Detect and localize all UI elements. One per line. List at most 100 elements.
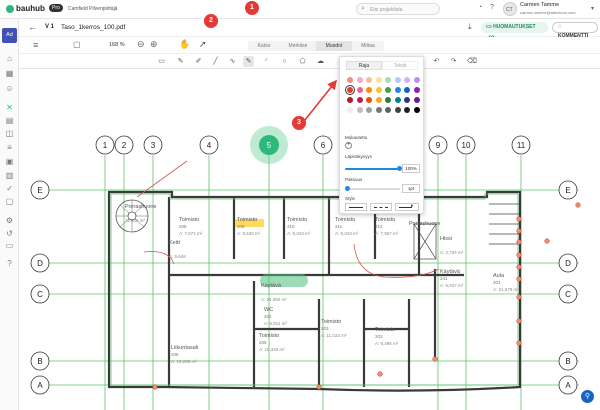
add-color-icon[interactable]: +: [345, 142, 352, 149]
panel-tab-raja[interactable]: Raja: [346, 61, 382, 70]
tab-merkitse[interactable]: Merkitse: [280, 41, 316, 51]
thickness-slider[interactable]: [345, 188, 400, 190]
color-swatch[interactable]: [413, 107, 420, 113]
app-logo-icon[interactable]: [6, 5, 14, 13]
app-logo[interactable]: bauhub: [16, 4, 45, 13]
annotation-dot[interactable]: [516, 294, 522, 300]
back-arrow-icon[interactable]: ←: [28, 22, 37, 32]
highlighter-tool-icon[interactable]: ✐: [194, 57, 203, 66]
chevron-down-icon[interactable]: ▾: [591, 5, 594, 12]
tab-katso[interactable]: Katso: [248, 41, 280, 51]
select-arrow-icon[interactable]: ➚: [199, 39, 207, 50]
check-icon[interactable]: ✓: [5, 184, 14, 193]
home-icon[interactable]: ⌂: [5, 54, 14, 63]
color-swatch[interactable]: [375, 97, 382, 103]
color-swatch[interactable]: [413, 97, 420, 103]
color-swatch[interactable]: [385, 87, 391, 93]
thickness-value[interactable]: 1pt: [402, 184, 420, 193]
color-swatch[interactable]: [404, 77, 410, 83]
zoom-in-icon[interactable]: ⊕: [150, 39, 158, 50]
gear-icon[interactable]: ⚙: [5, 216, 14, 225]
arc-tool-icon[interactable]: ◜: [262, 57, 271, 66]
rectangle-tool-icon[interactable]: ▭: [157, 57, 166, 66]
color-swatch[interactable]: [366, 77, 372, 83]
line-tool-icon[interactable]: ╱: [211, 57, 220, 66]
annotation-dot[interactable]: [516, 228, 522, 234]
pen-tool-icon[interactable]: ✎: [176, 57, 185, 66]
color-swatch[interactable]: [347, 77, 353, 83]
annotation-dot[interactable]: [316, 384, 322, 390]
search-input[interactable]: Etsi projektista: [370, 7, 403, 13]
list-icon[interactable]: ≡: [5, 143, 14, 152]
annotation-dot[interactable]: [516, 252, 522, 258]
calendar-icon[interactable]: ▦: [5, 69, 14, 78]
annotation-dot[interactable]: [516, 318, 522, 324]
color-swatch[interactable]: [375, 107, 382, 113]
zoom-level[interactable]: 168 %: [109, 42, 125, 48]
opacity-slider[interactable]: [345, 168, 400, 170]
annotation-dot[interactable]: [516, 239, 522, 245]
color-swatch[interactable]: [347, 97, 353, 103]
annotation-dot[interactable]: [516, 276, 522, 282]
color-swatch[interactable]: [366, 87, 372, 93]
color-swatch[interactable]: [394, 77, 401, 83]
box-icon[interactable]: ▣: [5, 157, 14, 166]
users-icon[interactable]: ☺: [5, 84, 14, 93]
avatar[interactable]: CT: [503, 2, 517, 16]
workspace-badge[interactable]: Ad: [2, 28, 17, 43]
line-style-solid[interactable]: [345, 203, 367, 211]
thickness-slider-thumb[interactable]: [345, 186, 350, 191]
tools-icon[interactable]: ✕: [5, 103, 14, 112]
pan-hand-icon[interactable]: ✋: [179, 39, 190, 50]
color-swatch[interactable]: [413, 87, 420, 93]
color-swatch[interactable]: [404, 107, 410, 113]
color-swatch[interactable]: [366, 107, 372, 113]
history-icon[interactable]: ↺: [5, 229, 14, 238]
pen-icon[interactable]: ✎: [244, 57, 253, 66]
circle-tool-icon[interactable]: ○: [280, 57, 289, 66]
download-icon[interactable]: ⤓: [468, 22, 472, 32]
menu-icon[interactable]: ≡: [33, 40, 38, 50]
annotation-dot[interactable]: [575, 202, 581, 208]
version-label[interactable]: V 1: [45, 24, 54, 30]
bell-icon[interactable]: ◔: [478, 4, 482, 11]
project-name[interactable]: Camfield Pilvenpiirtäjä: [68, 6, 117, 12]
annotation-dot[interactable]: [432, 356, 438, 362]
color-swatch[interactable]: [356, 77, 363, 83]
color-swatch[interactable]: [366, 97, 372, 103]
color-swatch[interactable]: [413, 77, 420, 83]
cloud-tool-icon[interactable]: ☁: [316, 57, 325, 66]
archive-icon[interactable]: ▭: [5, 241, 14, 250]
color-swatch[interactable]: [404, 87, 410, 93]
annotation-dot[interactable]: [516, 216, 522, 222]
opacity-value[interactable]: 100%: [402, 164, 420, 173]
color-swatch[interactable]: [404, 97, 410, 103]
page-icon[interactable]: ▢: [73, 40, 81, 49]
help-icon[interactable]: ?: [490, 4, 494, 11]
annotation-dot[interactable]: [377, 371, 383, 377]
comments-button[interactable]: ▭ HUOMAUTUKSET 0: [481, 22, 548, 42]
polygon-tool-icon[interactable]: ⬠: [298, 57, 307, 66]
drawing-canvas[interactable]: 1 2 3 4 5 6 9 10 11 E E D D C C B B A A Porrashuone 11.939 …: [19, 69, 600, 410]
color-swatch[interactable]: [347, 87, 353, 93]
color-swatch[interactable]: [356, 87, 363, 93]
floor-plan[interactable]: 1 2 3 4 5 6 9 10 11 E E D D C C B B A A Porrashuone 11.939 …: [19, 69, 600, 410]
layers-icon[interactable]: ◫: [5, 129, 14, 138]
clipboard-icon[interactable]: ▢: [5, 197, 14, 206]
redo-icon[interactable]: ↷: [449, 57, 458, 66]
color-swatch[interactable]: [394, 97, 401, 103]
color-swatch[interactable]: [375, 77, 382, 83]
annotation-dot[interactable]: [544, 238, 550, 244]
color-swatch[interactable]: [356, 107, 363, 113]
line-style-dashed[interactable]: [370, 203, 392, 211]
tab-muodot[interactable]: Muodot: [316, 41, 352, 51]
line-style-arrow[interactable]: ▸: [395, 203, 419, 211]
chart-icon[interactable]: ▥: [5, 171, 14, 180]
color-swatch[interactable]: [385, 77, 391, 83]
zoom-out-icon[interactable]: ⊖: [137, 39, 145, 50]
annotation-dot[interactable]: [516, 340, 522, 346]
tab-mittaa[interactable]: Mittaa: [352, 41, 384, 51]
color-swatch[interactable]: [394, 87, 401, 93]
color-swatch[interactable]: [385, 107, 391, 113]
panel-tab-teksti[interactable]: Teksti: [382, 61, 418, 70]
